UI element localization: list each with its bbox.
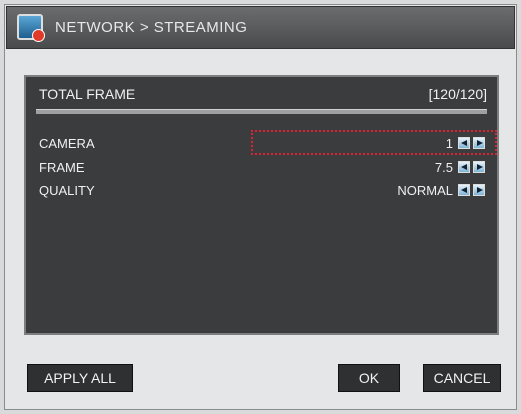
- title-bar: NETWORK > STREAMING: [6, 6, 515, 49]
- divider: [36, 109, 487, 114]
- camera-next-arrow-icon[interactable]: [473, 137, 485, 149]
- frame-label: FRAME: [39, 160, 85, 175]
- camera-value: 1: [445, 136, 453, 151]
- quality-row[interactable]: QUALITY NORMAL: [39, 180, 487, 202]
- quality-next-arrow-icon[interactable]: [473, 184, 485, 196]
- settings-panel: TOTAL FRAME [120/120] CAMERA 1 FRAME 7.5…: [24, 75, 499, 335]
- frame-value: 7.5: [434, 160, 453, 175]
- network-icon: [17, 14, 45, 42]
- cancel-button[interactable]: CANCEL: [423, 364, 501, 392]
- frame-next-arrow-icon[interactable]: [473, 161, 485, 173]
- total-frame-label: TOTAL FRAME: [39, 86, 136, 102]
- frame-prev-arrow-icon[interactable]: [458, 161, 470, 173]
- camera-row[interactable]: CAMERA 1: [39, 133, 487, 155]
- ok-button[interactable]: OK: [338, 364, 400, 392]
- camera-prev-arrow-icon[interactable]: [458, 137, 470, 149]
- frame-row[interactable]: FRAME 7.5: [39, 157, 487, 179]
- quality-label: QUALITY: [39, 183, 95, 198]
- quality-prev-arrow-icon[interactable]: [458, 184, 470, 196]
- window-title: NETWORK > STREAMING: [55, 19, 248, 36]
- camera-label: CAMERA: [39, 136, 95, 151]
- quality-value: NORMAL: [397, 183, 453, 198]
- total-frame-value: [120/120]: [428, 86, 487, 102]
- apply-all-button[interactable]: APPLY ALL: [27, 364, 133, 392]
